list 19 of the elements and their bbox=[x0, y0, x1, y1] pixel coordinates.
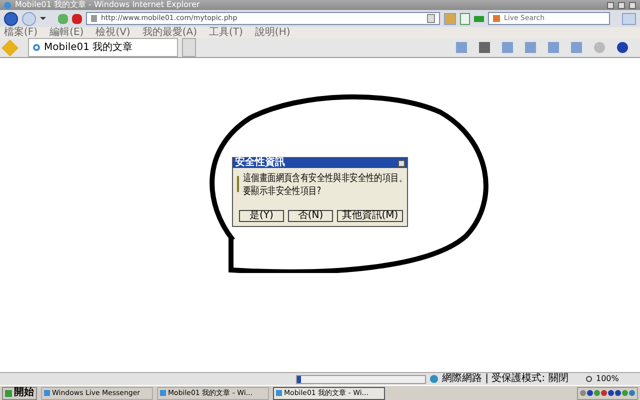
menu-item[interactable]: 說明(H) bbox=[254, 28, 290, 38]
window-title: Mobile01 我的文章 - Windows Internet Explorer bbox=[15, 1, 200, 9]
menu-item[interactable]: 工具(T) bbox=[209, 28, 243, 38]
dialog-title: 安全性資訊 bbox=[235, 158, 286, 168]
security-zone: 網際網路 | 受保護模式: 關閉 bbox=[442, 374, 570, 384]
menu-item[interactable]: 編輯(E) bbox=[50, 28, 84, 38]
dialog-message: 這個畫面網頁含有安全性與非安全性的項目。 bbox=[243, 174, 407, 184]
start-button[interactable]: 開始 bbox=[2, 386, 37, 400]
zoom-level[interactable]: 100% bbox=[596, 375, 636, 383]
dialog-button[interactable]: 其他資訊(M) bbox=[337, 210, 403, 222]
dialog-button[interactable]: 是(Y) bbox=[239, 210, 284, 222]
dialog-button[interactable]: 否(N) bbox=[288, 210, 333, 222]
dialog-message: 要顯示非安全性項目? bbox=[243, 187, 322, 197]
menu-item[interactable]: 檢視(V) bbox=[96, 28, 130, 38]
menu-item[interactable]: 我的最愛(A) bbox=[142, 28, 197, 38]
menu-item[interactable]: 檔案(F) bbox=[4, 28, 38, 38]
back-button[interactable] bbox=[4, 12, 18, 26]
new-tab-button[interactable] bbox=[182, 38, 196, 57]
browser-tab[interactable]: Mobile01 我的文章 bbox=[28, 38, 178, 57]
